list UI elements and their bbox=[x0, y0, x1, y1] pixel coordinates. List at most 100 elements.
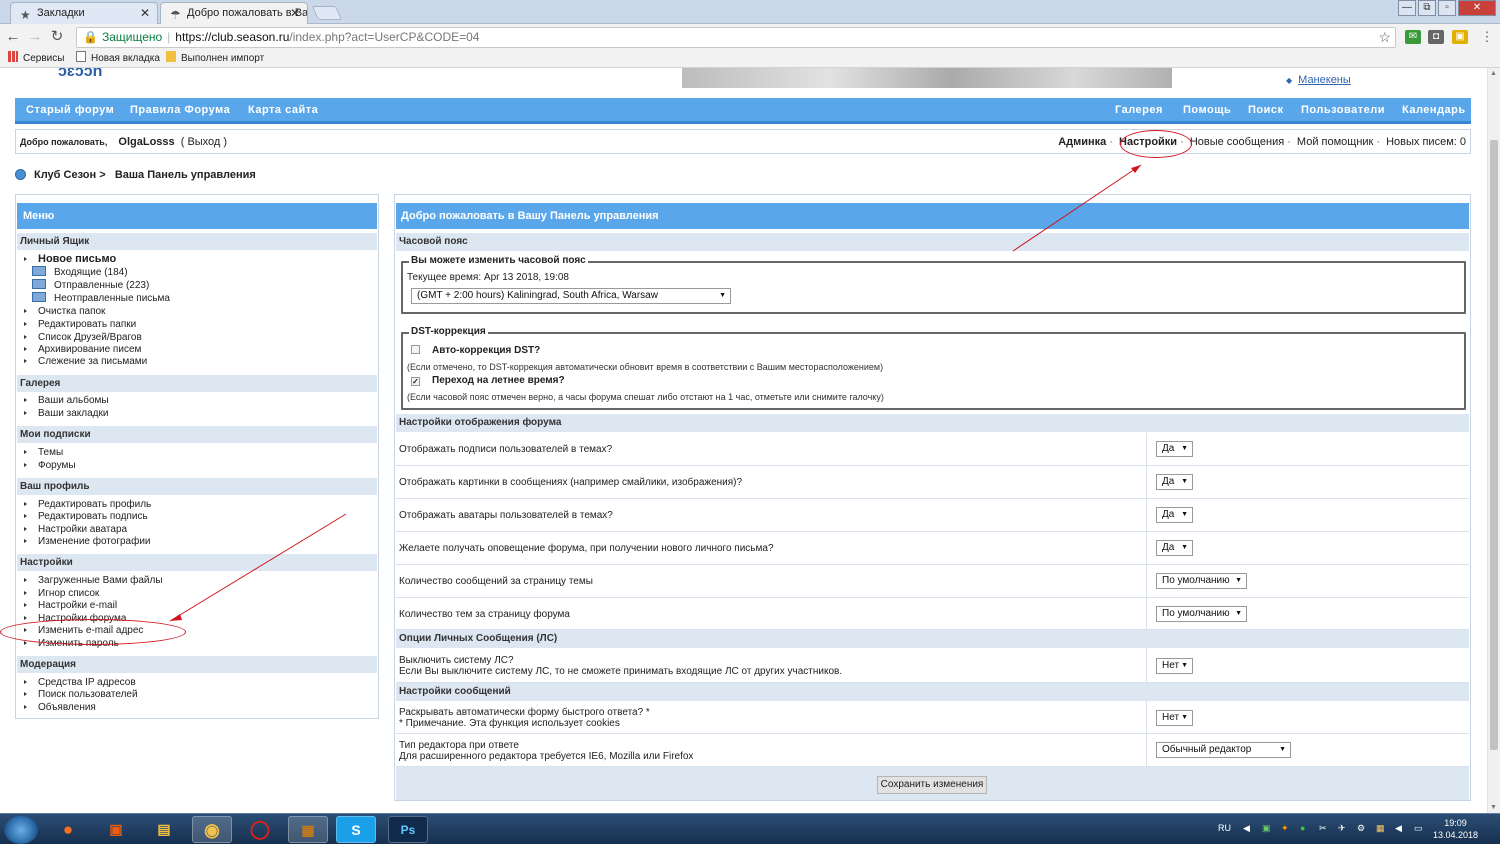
posts-per-page-select[interactable]: По умолчанию ▼ bbox=[1156, 573, 1247, 589]
nav-users[interactable]: Пользователи bbox=[1301, 98, 1385, 123]
user-bar: Добро пожаловать, OlgaLosss ( Выход ) Ад… bbox=[15, 129, 1471, 154]
pm-notify-select[interactable]: Да ▼ bbox=[1156, 540, 1193, 556]
topics-per-page-select[interactable]: По умолчанию ▼ bbox=[1156, 606, 1247, 622]
windows-start-button[interactable] bbox=[4, 816, 38, 844]
show-avatars-select[interactable]: Да ▼ bbox=[1156, 507, 1193, 523]
bookmark-imported-folder[interactable]: Выполнен импорт bbox=[166, 50, 264, 67]
network-icon[interactable]: ▭ bbox=[1414, 823, 1423, 834]
winrar-icon[interactable]: ▦ bbox=[288, 816, 328, 843]
window-close-button[interactable]: ✕ bbox=[1458, 0, 1496, 16]
extension-lock-icon[interactable]: ▣ bbox=[1452, 30, 1468, 44]
extension-camera-icon[interactable]: ◘ bbox=[1428, 30, 1444, 44]
speaker-icon[interactable]: ◀ bbox=[1395, 823, 1402, 834]
ms-office-icon[interactable]: ▣ bbox=[96, 816, 136, 843]
page-icon: ☂ bbox=[170, 8, 181, 22]
close-icon[interactable]: ✕ bbox=[140, 3, 150, 23]
sidebar-item-inbox[interactable]: Входящие (184) bbox=[22, 266, 128, 279]
sidebar-section-header: Галерея bbox=[17, 375, 377, 392]
scrollbar-thumb[interactable] bbox=[1490, 140, 1498, 750]
editor-type-select[interactable]: Обычный редактор ▼ bbox=[1156, 742, 1291, 758]
tray-app-icon[interactable]: ▦ bbox=[1376, 823, 1385, 834]
opera-icon[interactable]: ◯ bbox=[240, 816, 280, 843]
admin-link[interactable]: Админка bbox=[1058, 136, 1106, 148]
sidebar-item-topics[interactable]: Темы bbox=[24, 446, 63, 459]
nav-search[interactable]: Поиск bbox=[1248, 98, 1284, 123]
nav-gallery[interactable]: Галерея bbox=[1115, 98, 1163, 123]
nav-help[interactable]: Помощь bbox=[1183, 98, 1231, 123]
clock-time: 19:09 bbox=[1444, 818, 1467, 828]
bookmark-apps[interactable]: Сервисы bbox=[8, 50, 64, 67]
back-icon[interactable]: ← bbox=[4, 28, 22, 46]
tray-app-icon[interactable]: ● bbox=[1300, 823, 1305, 833]
menu-icon[interactable]: ⋮ bbox=[1478, 28, 1496, 46]
page-scrollbar[interactable]: ▲ ▼ bbox=[1487, 68, 1500, 813]
sidebar-item-photo[interactable]: Изменение фотографии bbox=[24, 535, 151, 548]
sidebar-item-announcements[interactable]: Объявления bbox=[24, 701, 96, 714]
sidebar-item-forums[interactable]: Форумы bbox=[24, 459, 76, 472]
sidebar-item-bookmarks[interactable]: Ваши закладки bbox=[24, 407, 108, 420]
site-logo[interactable]: ɔɛɔɔn bbox=[58, 68, 102, 76]
new-letters-link[interactable]: Новых писем: 0 bbox=[1386, 136, 1466, 148]
bookmark-star-icon[interactable]: ☆ bbox=[1378, 28, 1391, 47]
dst-auto-checkbox[interactable] bbox=[411, 345, 420, 354]
sidebar-item-albums[interactable]: Ваши альбомы bbox=[24, 394, 109, 407]
sidebar-item-unsent[interactable]: Неотправленные письма bbox=[22, 292, 170, 305]
restore-button[interactable]: ⧉ bbox=[1418, 0, 1436, 16]
timezone-section-header: Часовой пояс bbox=[396, 233, 1469, 251]
sidebar-item-sent[interactable]: Отправленные (223) bbox=[22, 279, 149, 292]
sidebar-item-new-letter[interactable]: Новое письмо bbox=[24, 253, 116, 266]
sidebar-item-edit-folders[interactable]: Редактировать папки bbox=[24, 318, 136, 331]
save-changes-button[interactable]: Сохранить изменения bbox=[877, 776, 987, 794]
language-indicator[interactable]: RU bbox=[1218, 823, 1231, 833]
disable-pm-select[interactable]: Нет ▼ bbox=[1156, 658, 1193, 674]
sidebar-item-clean-folders[interactable]: Очистка папок bbox=[24, 305, 105, 318]
nav-old-forum[interactable]: Старый форум bbox=[26, 98, 114, 123]
bookmark-new-tab[interactable]: Новая вкладка bbox=[76, 50, 160, 67]
tab-bookmarks[interactable]: ★ Закладки ✕ bbox=[10, 2, 158, 24]
volume-icon[interactable]: ◀ bbox=[1243, 823, 1250, 834]
nav-site-map[interactable]: Карта сайта bbox=[248, 98, 318, 123]
timezone-select[interactable]: (GMT + 2:00 hours) Kaliningrad, South Af… bbox=[411, 288, 731, 304]
sidebar-item-email-settings[interactable]: Настройки e-mail bbox=[24, 599, 117, 612]
scroll-up-icon[interactable]: ▲ bbox=[1490, 70, 1497, 77]
show-images-select[interactable]: Да ▼ bbox=[1156, 474, 1193, 490]
scroll-down-icon[interactable]: ▼ bbox=[1490, 804, 1497, 811]
tab-welcome[interactable]: ☂ Добро пожаловать в Ва ✕ bbox=[160, 2, 308, 24]
forward-icon[interactable]: → bbox=[26, 28, 44, 46]
chrome-icon[interactable]: ◉ bbox=[192, 816, 232, 843]
assistant-link[interactable]: Мой помощник bbox=[1297, 136, 1373, 148]
maximize-button[interactable]: ▫ bbox=[1438, 0, 1456, 16]
sidebar-item-uploaded-files[interactable]: Загруженные Вами файлы bbox=[24, 574, 163, 587]
photoshop-icon[interactable]: Ps bbox=[388, 816, 428, 843]
new-posts-link[interactable]: Новые сообщения bbox=[1190, 136, 1284, 148]
minimize-button[interactable]: — bbox=[1398, 0, 1416, 16]
sidebar-item-edit-signature[interactable]: Редактировать подпись bbox=[24, 510, 148, 523]
system-clock[interactable]: 19:09 13.04.2018 bbox=[1433, 817, 1478, 841]
nav-calendar[interactable]: Календарь bbox=[1402, 98, 1466, 123]
sidebar-item-user-search[interactable]: Поиск пользователей bbox=[24, 688, 138, 701]
tray-app-icon[interactable]: ✦ bbox=[1281, 823, 1289, 834]
chevron-down-icon: ▼ bbox=[1181, 662, 1188, 669]
firefox-icon[interactable]: ● bbox=[48, 816, 88, 843]
quick-reply-select[interactable]: Нет ▼ bbox=[1156, 710, 1193, 726]
extension-icon[interactable]: ✉ bbox=[1405, 30, 1421, 44]
close-icon[interactable]: ✕ bbox=[290, 3, 300, 23]
browser-toolbar: ← → ↻ 🔒 Защищено | https://club.season.ru/i… bbox=[0, 24, 1500, 50]
username-link[interactable]: OlgaLosss bbox=[118, 136, 174, 148]
file-explorer-icon[interactable]: ▤ bbox=[144, 816, 184, 843]
tray-app-icon[interactable]: ▣ bbox=[1262, 823, 1271, 834]
reload-icon[interactable]: ↻ bbox=[48, 28, 66, 46]
breadcrumb-club[interactable]: Клуб Сезон bbox=[34, 169, 96, 181]
tray-app-icon[interactable]: ⚙ bbox=[1357, 823, 1365, 834]
mannequins-link[interactable]: Манекены bbox=[1298, 74, 1351, 86]
dst-summer-checkbox[interactable]: ✓ bbox=[411, 377, 420, 386]
tray-app-icon[interactable]: ✂ bbox=[1319, 823, 1327, 834]
logout-link[interactable]: ( Выход ) bbox=[181, 136, 227, 148]
skype-icon[interactable]: S bbox=[336, 816, 376, 843]
new-tab-button[interactable] bbox=[311, 6, 343, 20]
show-signatures-select[interactable]: Да ▼ bbox=[1156, 441, 1193, 457]
sidebar-item-tracking[interactable]: Слежение за письмами bbox=[24, 355, 147, 368]
address-bar[interactable]: 🔒 Защищено | https://club.season.ru/index.p… bbox=[76, 27, 1396, 48]
tray-app-icon[interactable]: ✈ bbox=[1338, 823, 1346, 834]
nav-forum-rules[interactable]: Правила Форума bbox=[130, 98, 230, 123]
